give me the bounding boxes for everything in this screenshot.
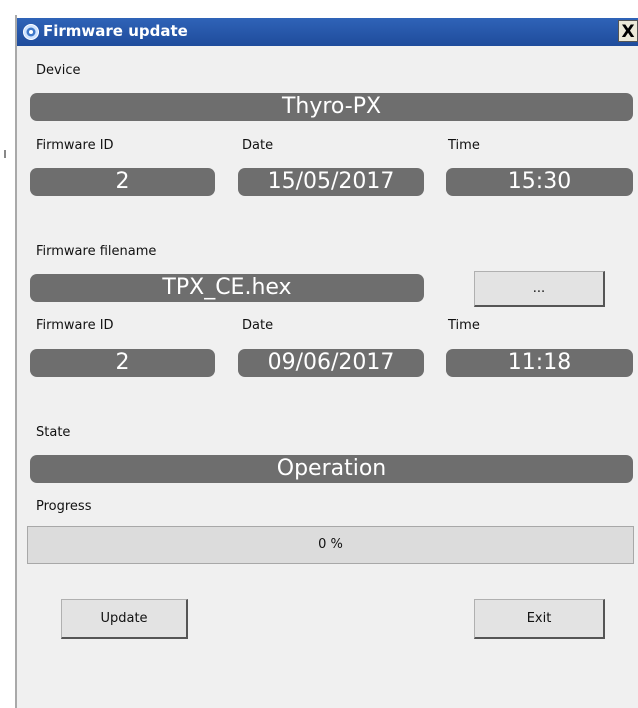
browse-button[interactable]: ... (474, 271, 605, 307)
progress-bar: 0 % (27, 526, 634, 564)
current-date-label: Date (242, 138, 274, 153)
update-button[interactable]: Update (61, 599, 188, 639)
new-time-field: 11:18 (446, 349, 633, 377)
current-time-field: 15:30 (446, 168, 633, 196)
current-time-label: Time (448, 138, 480, 153)
current-firmware-id-label: Firmware ID (36, 138, 114, 153)
device-label: Device (36, 63, 81, 78)
new-date-field: 09/06/2017 (238, 349, 424, 377)
window-title: Firmware update (43, 22, 188, 40)
device-field: Thyro-PX (30, 93, 633, 121)
exit-button[interactable]: Exit (474, 599, 605, 639)
new-date-label: Date (242, 318, 274, 333)
progress-label: Progress (36, 499, 92, 514)
new-firmware-id-label: Firmware ID (36, 318, 114, 333)
current-date-field: 15/05/2017 (238, 168, 424, 196)
firmware-update-dialog: Firmware update X Device Thyro-PX Firmwa… (17, 18, 638, 708)
new-firmware-id-field: 2 (30, 349, 215, 377)
stray-mark (4, 150, 6, 158)
gear-icon (23, 24, 39, 40)
firmware-filename-field: TPX_CE.hex (30, 274, 424, 302)
state-field: Operation (30, 455, 633, 483)
title-bar[interactable]: Firmware update X (17, 18, 638, 46)
progress-text: 0 % (318, 537, 343, 552)
close-button[interactable]: X (618, 20, 638, 42)
current-firmware-id-field: 2 (30, 168, 215, 196)
state-label: State (36, 425, 71, 440)
new-time-label: Time (448, 318, 480, 333)
firmware-filename-label: Firmware filename (36, 244, 157, 259)
